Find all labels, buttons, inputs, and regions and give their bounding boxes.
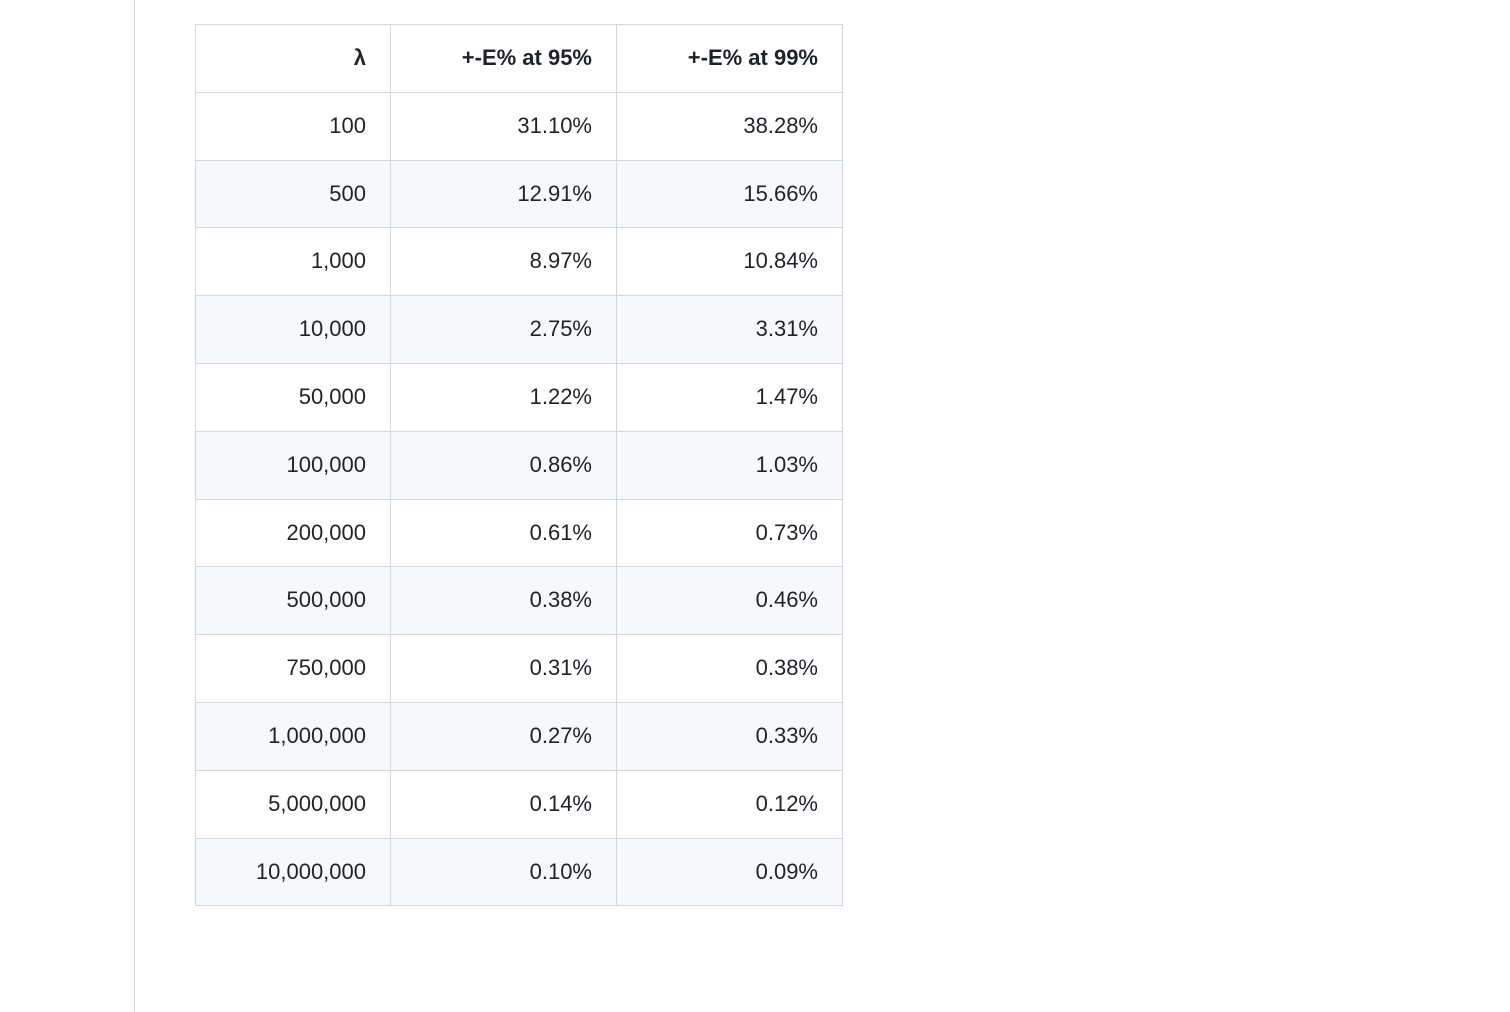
col-header-e95: +-E% at 95% bbox=[391, 25, 617, 93]
table-row: 750,000 0.31% 0.38% bbox=[196, 635, 843, 703]
error-table: λ +-E% at 95% +-E% at 99% 100 31.10% 38.… bbox=[195, 24, 843, 906]
cell-e99: 0.73% bbox=[617, 499, 843, 567]
col-header-lambda: λ bbox=[196, 25, 391, 93]
left-sidebar-divider bbox=[0, 0, 135, 1012]
cell-e95: 0.14% bbox=[391, 770, 617, 838]
cell-e95: 12.91% bbox=[391, 160, 617, 228]
table-row: 100,000 0.86% 1.03% bbox=[196, 431, 843, 499]
cell-e95: 0.31% bbox=[391, 635, 617, 703]
content-area: λ +-E% at 95% +-E% at 99% 100 31.10% 38.… bbox=[135, 0, 1510, 1012]
cell-e99: 10.84% bbox=[617, 228, 843, 296]
cell-e99: 0.33% bbox=[617, 702, 843, 770]
table-row: 10,000 2.75% 3.31% bbox=[196, 296, 843, 364]
cell-lambda: 1,000,000 bbox=[196, 702, 391, 770]
cell-e95: 0.38% bbox=[391, 567, 617, 635]
table-row: 5,000,000 0.14% 0.12% bbox=[196, 770, 843, 838]
cell-lambda: 500 bbox=[196, 160, 391, 228]
cell-e99: 1.47% bbox=[617, 363, 843, 431]
table-row: 100 31.10% 38.28% bbox=[196, 92, 843, 160]
table-row: 10,000,000 0.10% 0.09% bbox=[196, 838, 843, 906]
cell-lambda: 5,000,000 bbox=[196, 770, 391, 838]
table-row: 1,000 8.97% 10.84% bbox=[196, 228, 843, 296]
cell-e95: 8.97% bbox=[391, 228, 617, 296]
cell-e99: 0.09% bbox=[617, 838, 843, 906]
cell-lambda: 200,000 bbox=[196, 499, 391, 567]
table-header-row: λ +-E% at 95% +-E% at 99% bbox=[196, 25, 843, 93]
cell-e95: 0.86% bbox=[391, 431, 617, 499]
cell-lambda: 50,000 bbox=[196, 363, 391, 431]
cell-lambda: 500,000 bbox=[196, 567, 391, 635]
table-row: 200,000 0.61% 0.73% bbox=[196, 499, 843, 567]
cell-e99: 0.38% bbox=[617, 635, 843, 703]
cell-lambda: 100,000 bbox=[196, 431, 391, 499]
cell-e99: 0.46% bbox=[617, 567, 843, 635]
cell-lambda: 750,000 bbox=[196, 635, 391, 703]
cell-e99: 1.03% bbox=[617, 431, 843, 499]
cell-e99: 0.12% bbox=[617, 770, 843, 838]
table-row: 1,000,000 0.27% 0.33% bbox=[196, 702, 843, 770]
cell-lambda: 1,000 bbox=[196, 228, 391, 296]
cell-e95: 0.27% bbox=[391, 702, 617, 770]
cell-lambda: 10,000,000 bbox=[196, 838, 391, 906]
cell-lambda: 10,000 bbox=[196, 296, 391, 364]
cell-e95: 0.10% bbox=[391, 838, 617, 906]
table-row: 50,000 1.22% 1.47% bbox=[196, 363, 843, 431]
table-row: 500,000 0.38% 0.46% bbox=[196, 567, 843, 635]
table-row: 500 12.91% 15.66% bbox=[196, 160, 843, 228]
cell-e95: 31.10% bbox=[391, 92, 617, 160]
cell-e99: 3.31% bbox=[617, 296, 843, 364]
cell-lambda: 100 bbox=[196, 92, 391, 160]
cell-e95: 1.22% bbox=[391, 363, 617, 431]
col-header-e99: +-E% at 99% bbox=[617, 25, 843, 93]
cell-e99: 15.66% bbox=[617, 160, 843, 228]
cell-e95: 2.75% bbox=[391, 296, 617, 364]
cell-e95: 0.61% bbox=[391, 499, 617, 567]
cell-e99: 38.28% bbox=[617, 92, 843, 160]
